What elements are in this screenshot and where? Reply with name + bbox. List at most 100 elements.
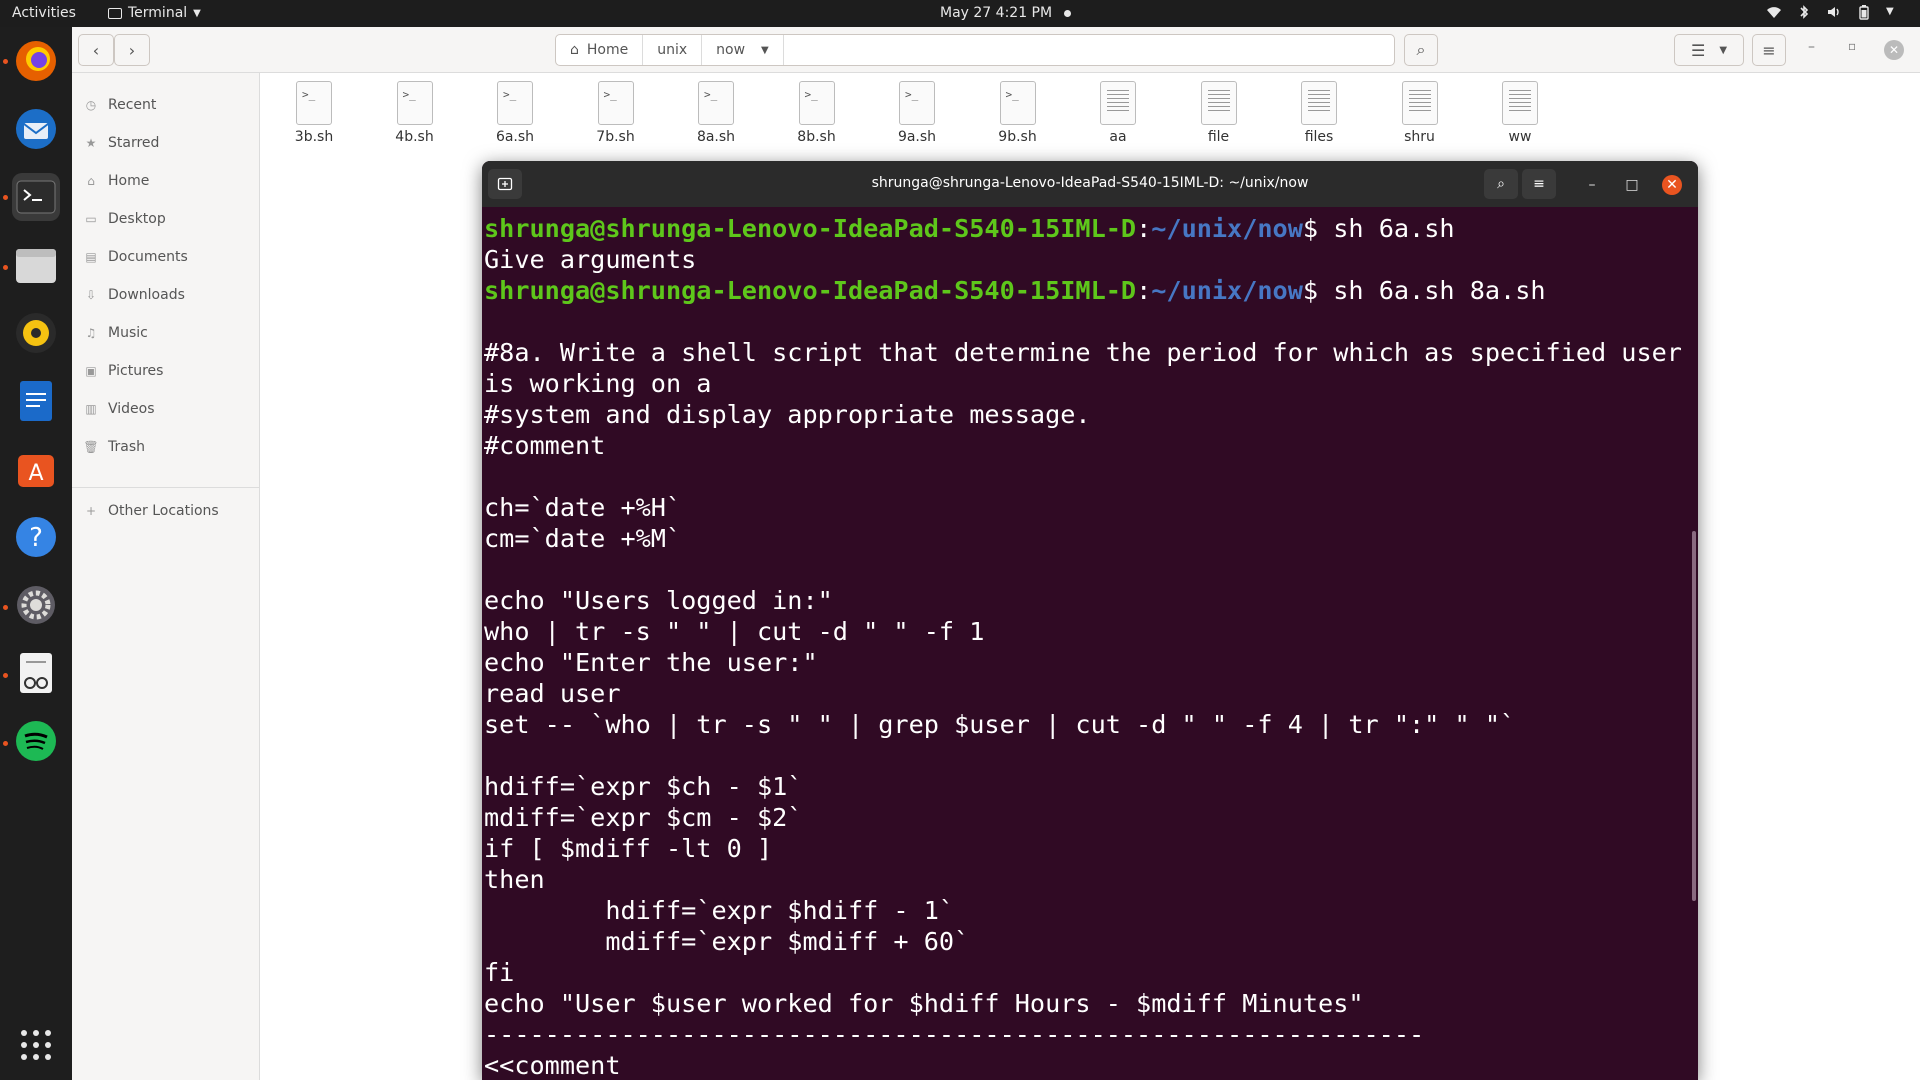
file-name: file bbox=[1207, 129, 1230, 145]
terminal-output[interactable]: shrunga@shrunga-Lenovo-IdeaPad-S540-15IM… bbox=[484, 207, 1698, 1080]
breadcrumb-home[interactable]: ⌂ Home bbox=[556, 35, 644, 65]
system-tray[interactable]: ▼ bbox=[1766, 4, 1902, 20]
output-line: cm=`date +%M` bbox=[484, 524, 682, 553]
home-icon: ⌂ bbox=[87, 174, 95, 188]
file-name: files bbox=[1304, 129, 1334, 145]
output-line: then bbox=[484, 865, 545, 894]
file-name: 8b.sh bbox=[797, 129, 836, 145]
thunderbird-icon[interactable] bbox=[12, 105, 60, 153]
sidebar-item-label: Desktop bbox=[108, 211, 166, 227]
clock[interactable]: May 27 4:21 PM bbox=[940, 5, 1072, 21]
output-line: ----------------------------------------… bbox=[484, 1020, 1425, 1049]
sidebar-item-home[interactable]: ⌂ Home bbox=[84, 173, 149, 189]
terminal-scrollbar[interactable] bbox=[1692, 531, 1696, 901]
files-icon[interactable] bbox=[12, 241, 60, 289]
output-line: echo "Users logged in:" bbox=[484, 586, 833, 615]
command-text: $ sh 6a.sh bbox=[1302, 214, 1455, 243]
prompt-user: shrunga@shrunga-Lenovo-IdeaPad-S540-15IM… bbox=[484, 214, 1137, 243]
terminal-window[interactable]: shrunga@shrunga-Lenovo-IdeaPad-S540-15IM… bbox=[482, 161, 1698, 1080]
files-headerbar: ‹ › ⌂ Home unix now ▼ ⌕ ☰ ▼ ≡ – ▫ ✕ bbox=[72, 27, 1920, 73]
terminal-titlebar[interactable]: shrunga@shrunga-Lenovo-IdeaPad-S540-15IM… bbox=[482, 161, 1698, 207]
running-indicator bbox=[3, 265, 8, 270]
maximize-icon[interactable]: ▫ bbox=[1848, 39, 1856, 53]
battery-icon bbox=[1856, 4, 1872, 20]
file-name: aa bbox=[1109, 129, 1127, 145]
file-item[interactable]: files bbox=[1279, 81, 1359, 145]
activities-button[interactable]: Activities bbox=[12, 5, 76, 21]
sidebar-item-trash[interactable]: 🗑 Trash bbox=[83, 439, 145, 455]
breadcrumb: ⌂ Home unix now ▼ bbox=[555, 34, 1395, 66]
spotify-icon[interactable] bbox=[12, 717, 60, 765]
output-line: #8a. Write a shell script that determine… bbox=[484, 338, 1682, 367]
forward-button[interactable]: › bbox=[114, 34, 150, 66]
file-name: shru bbox=[1404, 129, 1435, 145]
app-grid-icon[interactable] bbox=[12, 1021, 60, 1069]
text-file-icon bbox=[1502, 81, 1538, 125]
minimize-icon[interactable]: – bbox=[1808, 39, 1815, 55]
sidebar-item-videos[interactable]: ▥ Videos bbox=[84, 401, 154, 417]
breadcrumb-now[interactable]: now ▼ bbox=[702, 35, 784, 65]
menu-button[interactable]: ≡ bbox=[1752, 34, 1786, 66]
close-icon[interactable]: ✕ bbox=[1662, 175, 1682, 195]
sidebar-item-documents[interactable]: ▤ Documents bbox=[84, 249, 188, 265]
sidebar-item-label: Music bbox=[108, 325, 148, 341]
file-item[interactable]: 7b.sh bbox=[576, 81, 656, 145]
shell-script-file-icon bbox=[396, 81, 433, 125]
view-options-button[interactable]: ☰ ▼ bbox=[1674, 34, 1744, 66]
prompt-user: shrunga@shrunga-Lenovo-IdeaPad-S540-15IM… bbox=[484, 276, 1137, 305]
search-button[interactable]: ⌕ bbox=[1404, 34, 1438, 66]
sidebar-item-pictures[interactable]: ▣ Pictures bbox=[84, 363, 163, 379]
sidebar-item-label: Pictures bbox=[108, 363, 164, 379]
minimize-icon[interactable]: – bbox=[1582, 175, 1602, 195]
terminal-search-button[interactable]: ⌕ bbox=[1484, 169, 1518, 199]
terminal-icon bbox=[108, 7, 122, 19]
terminal-menu-button[interactable]: ≡ bbox=[1522, 169, 1556, 199]
close-icon[interactable]: ✕ bbox=[1884, 40, 1904, 60]
back-button[interactable]: ‹ bbox=[78, 34, 114, 66]
file-name: 9b.sh bbox=[998, 129, 1037, 145]
maximize-icon[interactable]: □ bbox=[1622, 175, 1642, 195]
breadcrumb-unix[interactable]: unix bbox=[643, 35, 703, 65]
document-viewer-icon[interactable] bbox=[12, 649, 60, 697]
writer-icon[interactable] bbox=[12, 377, 60, 425]
output-line: mdiff=`expr $mdiff + 60` bbox=[484, 927, 970, 956]
file-item[interactable]: 4b.sh bbox=[375, 81, 455, 145]
wifi-icon bbox=[1766, 4, 1782, 20]
app-menu[interactable]: Terminal ▼ bbox=[108, 5, 201, 21]
sidebar-item-recent[interactable]: ◷ Recent bbox=[84, 97, 157, 113]
file-item[interactable]: aa bbox=[1078, 81, 1158, 145]
text-file-icon bbox=[1301, 81, 1337, 125]
terminal-icon[interactable] bbox=[12, 173, 60, 221]
software-icon[interactable]: A bbox=[12, 445, 60, 493]
file-name: ww bbox=[1508, 129, 1532, 145]
sidebar-item-downloads[interactable]: ⇩ Downloads bbox=[84, 287, 185, 303]
file-item[interactable]: 9a.sh bbox=[877, 81, 957, 145]
file-item[interactable]: ww bbox=[1480, 81, 1560, 145]
chevron-down-icon: ▼ bbox=[1719, 44, 1728, 56]
sidebar-item-label: Starred bbox=[108, 135, 160, 151]
help-icon[interactable]: ? bbox=[12, 513, 60, 561]
file-name: 3b.sh bbox=[294, 129, 334, 145]
sidebar-item-desktop[interactable]: ▭ Desktop bbox=[84, 211, 166, 227]
settings-icon[interactable] bbox=[12, 581, 60, 629]
file-item[interactable]: 9b.sh bbox=[978, 81, 1058, 145]
shell-script-file-icon bbox=[999, 81, 1036, 125]
file-item[interactable]: file bbox=[1179, 81, 1259, 145]
sidebar-item-other-locations[interactable]: + Other Locations bbox=[84, 503, 219, 519]
prompt-line: shrunga@shrunga-Lenovo-IdeaPad-S540-15IM… bbox=[484, 275, 1698, 306]
output-line: hdiff=`expr $hdiff - 1` bbox=[484, 896, 955, 925]
file-item[interactable]: 8a.sh bbox=[676, 81, 756, 145]
file-item[interactable]: 3b.sh bbox=[274, 81, 354, 145]
file-item[interactable]: 8b.sh bbox=[777, 81, 857, 145]
file-item[interactable]: shru bbox=[1380, 81, 1460, 145]
rhythmbox-icon[interactable] bbox=[12, 309, 60, 357]
sidebar-item-music[interactable]: ♫ Music bbox=[84, 325, 148, 341]
firefox-icon[interactable] bbox=[12, 37, 60, 85]
sidebar-item-label: Other Locations bbox=[108, 503, 219, 519]
sidebar-item-starred[interactable]: ★ Starred bbox=[84, 135, 160, 151]
file-item[interactable]: 6a.sh bbox=[475, 81, 555, 145]
output-line: Give arguments bbox=[484, 245, 697, 274]
prompt-path: ~/unix/now bbox=[1151, 276, 1303, 305]
